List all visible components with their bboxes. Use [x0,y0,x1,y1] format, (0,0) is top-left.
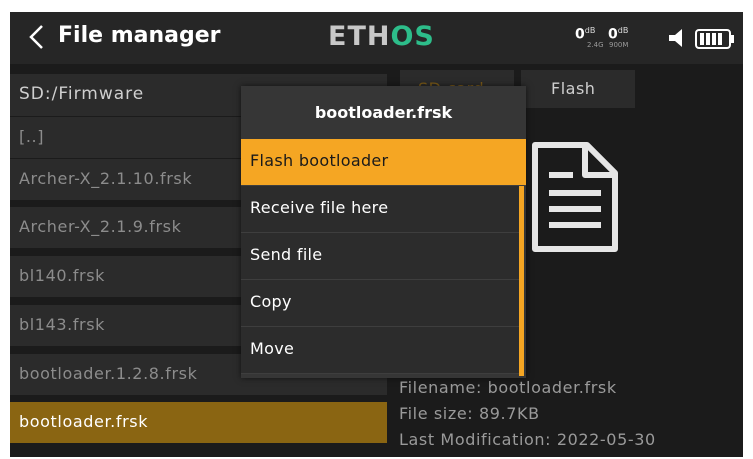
file-name: Archer-X_2.1.10.frsk [19,169,193,188]
page-title: File manager [58,23,221,48]
menu-item-receive-file[interactable]: Receive file here [241,186,519,233]
menu-item-copy[interactable]: Copy [241,280,519,327]
band-label-2g4: 2.4G [587,41,604,49]
band-label-900m: 900M [609,41,629,49]
detail-last-modification: Last Modification: 2022-05-30 [399,430,656,449]
screen: File manager ETHOS 0dB 0dB 2.4G 900M SD:… [10,12,743,457]
status-area: 0dB 0dB 2.4G 900M [575,24,735,54]
document-icon [532,142,618,252]
speaker-icon [669,29,682,47]
rssi-2g4-value: 0 [575,26,585,43]
logo-text-right: OS [390,21,435,52]
tab-flash[interactable]: Flash [521,70,635,108]
file-name: bl143.frsk [19,315,106,334]
path-label: SD:/Firmware [19,84,145,104]
rssi-2g4-unit: dB [584,26,596,35]
dialog-scrollbar[interactable] [519,186,524,376]
detail-file-size: File size: 89.7KB [399,404,540,423]
menu-item-send-file[interactable]: Send file [241,233,519,280]
menu-item-label: Flash bootloader [250,151,389,170]
file-row-selected[interactable]: bootloader.frsk [10,401,387,443]
file-action-dialog: bootloader.frsk Flash bootloader Receive… [241,86,526,378]
rssi-900m-unit: dB [617,26,629,35]
file-name: [..] [19,127,45,146]
dialog-title-bar: bootloader.frsk [241,86,526,139]
menu-item-label: Copy [250,292,292,311]
logo-text-left: ETH [328,21,391,52]
ethos-logo: ETHOS [328,21,435,52]
file-name: Archer-X_2.1.9.frsk [19,217,182,236]
file-name: bootloader.frsk [19,412,149,431]
menu-item-move[interactable]: Move [241,327,519,374]
file-name: bootloader.1.2.8.frsk [19,364,198,383]
menu-item-flash-bootloader[interactable]: Flash bootloader [241,139,526,186]
menu-item-label: Move [250,339,295,358]
tab-label: Flash [551,79,596,98]
file-name: bl140.frsk [19,266,106,285]
back-chevron-icon[interactable] [22,22,52,52]
dialog-title: bootloader.frsk [314,103,453,122]
battery-icon [695,29,734,49]
menu-item-label: Send file [250,245,323,264]
detail-filename: Filename: bootloader.frsk [399,378,617,397]
menu-item-label: Receive file here [250,198,389,217]
top-bar: File manager ETHOS 0dB 0dB 2.4G 900M [10,12,743,64]
